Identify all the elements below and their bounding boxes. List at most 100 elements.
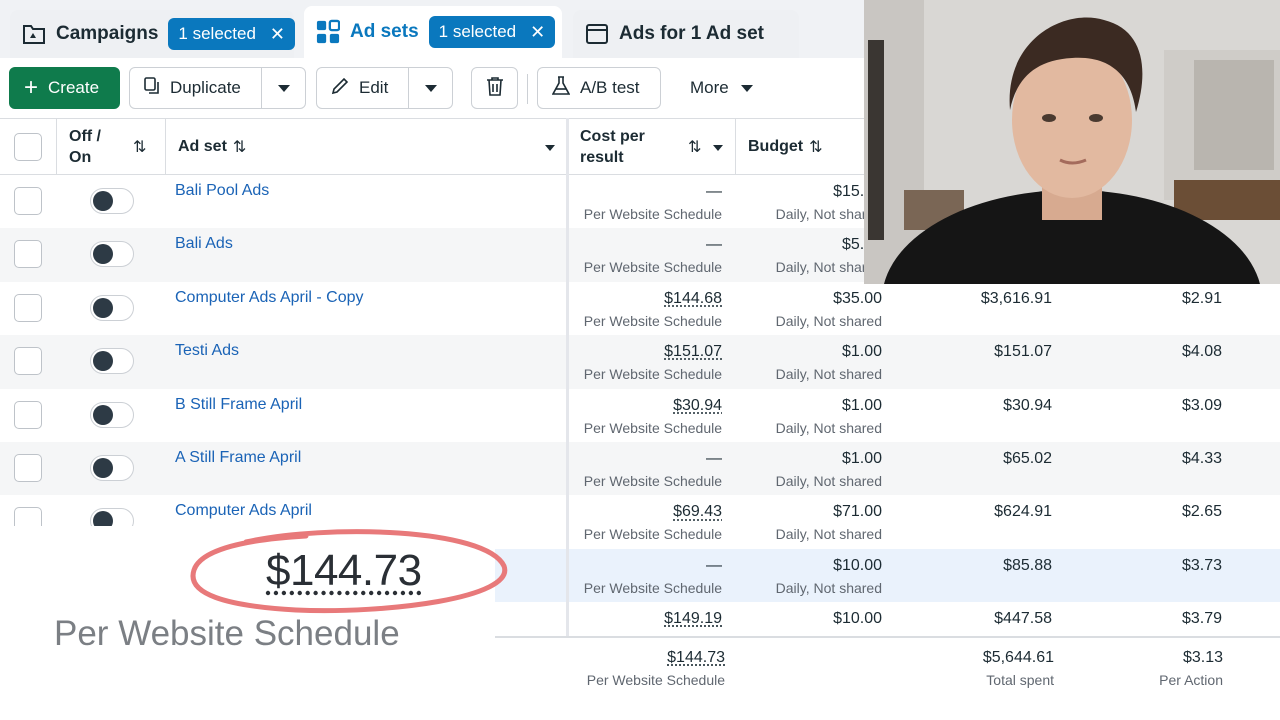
cost-per-result-value: —	[706, 183, 722, 200]
row-checkbox-cell	[14, 347, 42, 376]
on-off-toggle[interactable]	[90, 454, 134, 481]
delete-button[interactable]	[471, 67, 518, 109]
callout-amount: $144.73	[266, 546, 422, 595]
column-header-cost-per-result[interactable]: Cost per result ⇅	[568, 119, 736, 175]
sort-icon[interactable]: ⇅	[133, 137, 146, 158]
budget-value: $10.00	[833, 610, 882, 628]
amount-spent-value: $151.07	[994, 343, 1052, 361]
cost-per-result-value: —	[706, 236, 722, 254]
ad-set-name-link[interactable]: Testi Ads	[175, 342, 239, 360]
grid-icon	[316, 19, 340, 44]
tab-campaigns[interactable]: Campaigns 1 selected ✕	[10, 10, 296, 58]
budget-value: $1.00	[841, 343, 882, 361]
cost-per-result-subtitle: Per Website Schedule	[583, 259, 722, 276]
toolbar: + Create Duplicate Edit A/B test More	[0, 58, 864, 118]
column-label: Budget	[748, 138, 804, 155]
ab-test-button[interactable]: A/B test	[537, 67, 661, 109]
duplicate-dropdown[interactable]	[261, 68, 305, 108]
cost-per-result-subtitle: Per Website Schedule	[583, 366, 722, 383]
total-amount-subtitle: Total spent	[986, 672, 1054, 688]
ad-set-name-link[interactable]: B Still Frame April	[175, 396, 302, 414]
cost-per-action-value: $3.09	[1181, 396, 1222, 414]
cost-per-action-value: $3.79	[1181, 610, 1222, 628]
toggle-knob	[93, 244, 113, 265]
cost-per-result-value: $30.94	[673, 396, 722, 414]
amount-spent-value: $30.94	[1003, 396, 1052, 414]
budget-value: $71.00	[833, 503, 882, 521]
total-cost-per-result: $144.73	[667, 649, 725, 666]
ad-set-name-link[interactable]: Computer Ads April	[175, 502, 312, 520]
column-header-off-on[interactable]: Off / On ⇅	[57, 119, 166, 175]
table-row[interactable]: Computer Ads April - Copy $144.68 Per We…	[0, 282, 1280, 335]
table-row[interactable]: Testi Ads $151.07 Per Website Schedule $…	[0, 335, 1280, 389]
on-off-toggle[interactable]	[90, 294, 134, 321]
row-checkbox[interactable]	[14, 347, 42, 376]
amount-spent-value: $624.91	[994, 503, 1052, 521]
cost-per-result-subtitle: Per Website Schedule	[583, 206, 722, 222]
trash-icon	[486, 76, 504, 101]
table-row[interactable]: A Still Frame April — Per Website Schedu…	[0, 441, 1280, 496]
row-checkbox[interactable]	[14, 293, 42, 322]
budget-value: $35.00	[833, 289, 882, 307]
ab-test-segment: A/B test	[538, 68, 654, 108]
plus-icon: +	[24, 74, 39, 101]
cost-per-result-subtitle: Per Website Schedule	[583, 472, 722, 489]
window-icon	[585, 22, 609, 46]
row-checkbox[interactable]	[14, 240, 42, 269]
chevron-down-icon[interactable]	[713, 145, 723, 151]
column-label: Cost per result	[580, 128, 645, 166]
cost-per-result-value: —	[706, 449, 722, 467]
budget-subtitle: Daily, Not shared	[775, 579, 882, 596]
duplicate-button[interactable]: Duplicate	[130, 68, 261, 108]
cost-per-result-value: —	[706, 556, 722, 574]
ad-set-name-link[interactable]: Computer Ads April - Copy	[175, 289, 364, 307]
column-header-ad-set[interactable]: Ad set ⇅	[166, 119, 568, 175]
close-icon[interactable]: ✕	[530, 23, 545, 41]
edit-label: Edit	[359, 78, 389, 97]
toggle-knob	[93, 351, 113, 372]
edit-dropdown[interactable]	[408, 68, 452, 108]
row-checkbox-cell	[14, 400, 42, 429]
more-label: More	[690, 78, 729, 97]
row-checkbox[interactable]	[14, 187, 42, 215]
ad-set-name-link[interactable]: Bali Pool Ads	[175, 182, 269, 200]
on-off-toggle[interactable]	[90, 348, 134, 375]
ad-set-name-link[interactable]: A Still Frame April	[175, 449, 301, 467]
pencil-icon	[331, 77, 349, 100]
more-button[interactable]: More	[676, 67, 767, 109]
toggle-knob	[93, 297, 113, 318]
cost-per-result-value: $151.07	[664, 343, 722, 361]
folder-icon	[22, 22, 46, 46]
select-all-cell	[0, 119, 57, 175]
ad-set-name-link[interactable]: Bali Ads	[175, 235, 233, 253]
sort-icon[interactable]: ⇅	[688, 137, 701, 158]
cost-per-result-subtitle: Per Website Schedule	[583, 579, 722, 596]
edit-button[interactable]: Edit	[317, 68, 408, 108]
on-off-toggle[interactable]	[90, 188, 134, 214]
chevron-down-icon[interactable]	[545, 145, 555, 151]
row-checkbox[interactable]	[14, 400, 42, 429]
row-checkbox[interactable]	[14, 453, 42, 482]
create-button[interactable]: + Create	[9, 67, 120, 109]
tab-ads[interactable]: Ads for 1 Ad set	[573, 10, 799, 58]
toggle-knob	[93, 191, 113, 211]
close-icon[interactable]: ✕	[270, 25, 285, 43]
column-header-budget[interactable]: Budget ⇅	[736, 119, 876, 175]
cost-per-action-value: $2.65	[1181, 503, 1222, 521]
cost-per-result-subtitle: Per Website Schedule	[583, 312, 722, 329]
budget-subtitle: Daily, Not shared	[775, 419, 882, 436]
on-off-toggle[interactable]	[90, 401, 134, 428]
toggle-knob	[93, 404, 113, 425]
sort-icon[interactable]: ⇅	[809, 137, 822, 157]
on-off-toggle[interactable]	[90, 241, 134, 268]
selected-count: 1 selected	[178, 24, 256, 43]
cost-per-result-value: $69.43	[673, 503, 722, 521]
cost-per-action-value: $2.91	[1181, 289, 1222, 307]
select-all-checkbox[interactable]	[14, 133, 42, 161]
tab-ad-sets[interactable]: Ad sets 1 selected ✕	[304, 6, 562, 58]
sort-icon[interactable]: ⇅	[233, 137, 246, 157]
column-divider	[566, 118, 569, 720]
tab-bar: Campaigns 1 selected ✕ Ad sets 1 selecte…	[0, 0, 864, 58]
table-row[interactable]: B Still Frame April $30.94 Per Website S…	[0, 389, 1280, 442]
tab-label: Campaigns	[56, 23, 159, 44]
